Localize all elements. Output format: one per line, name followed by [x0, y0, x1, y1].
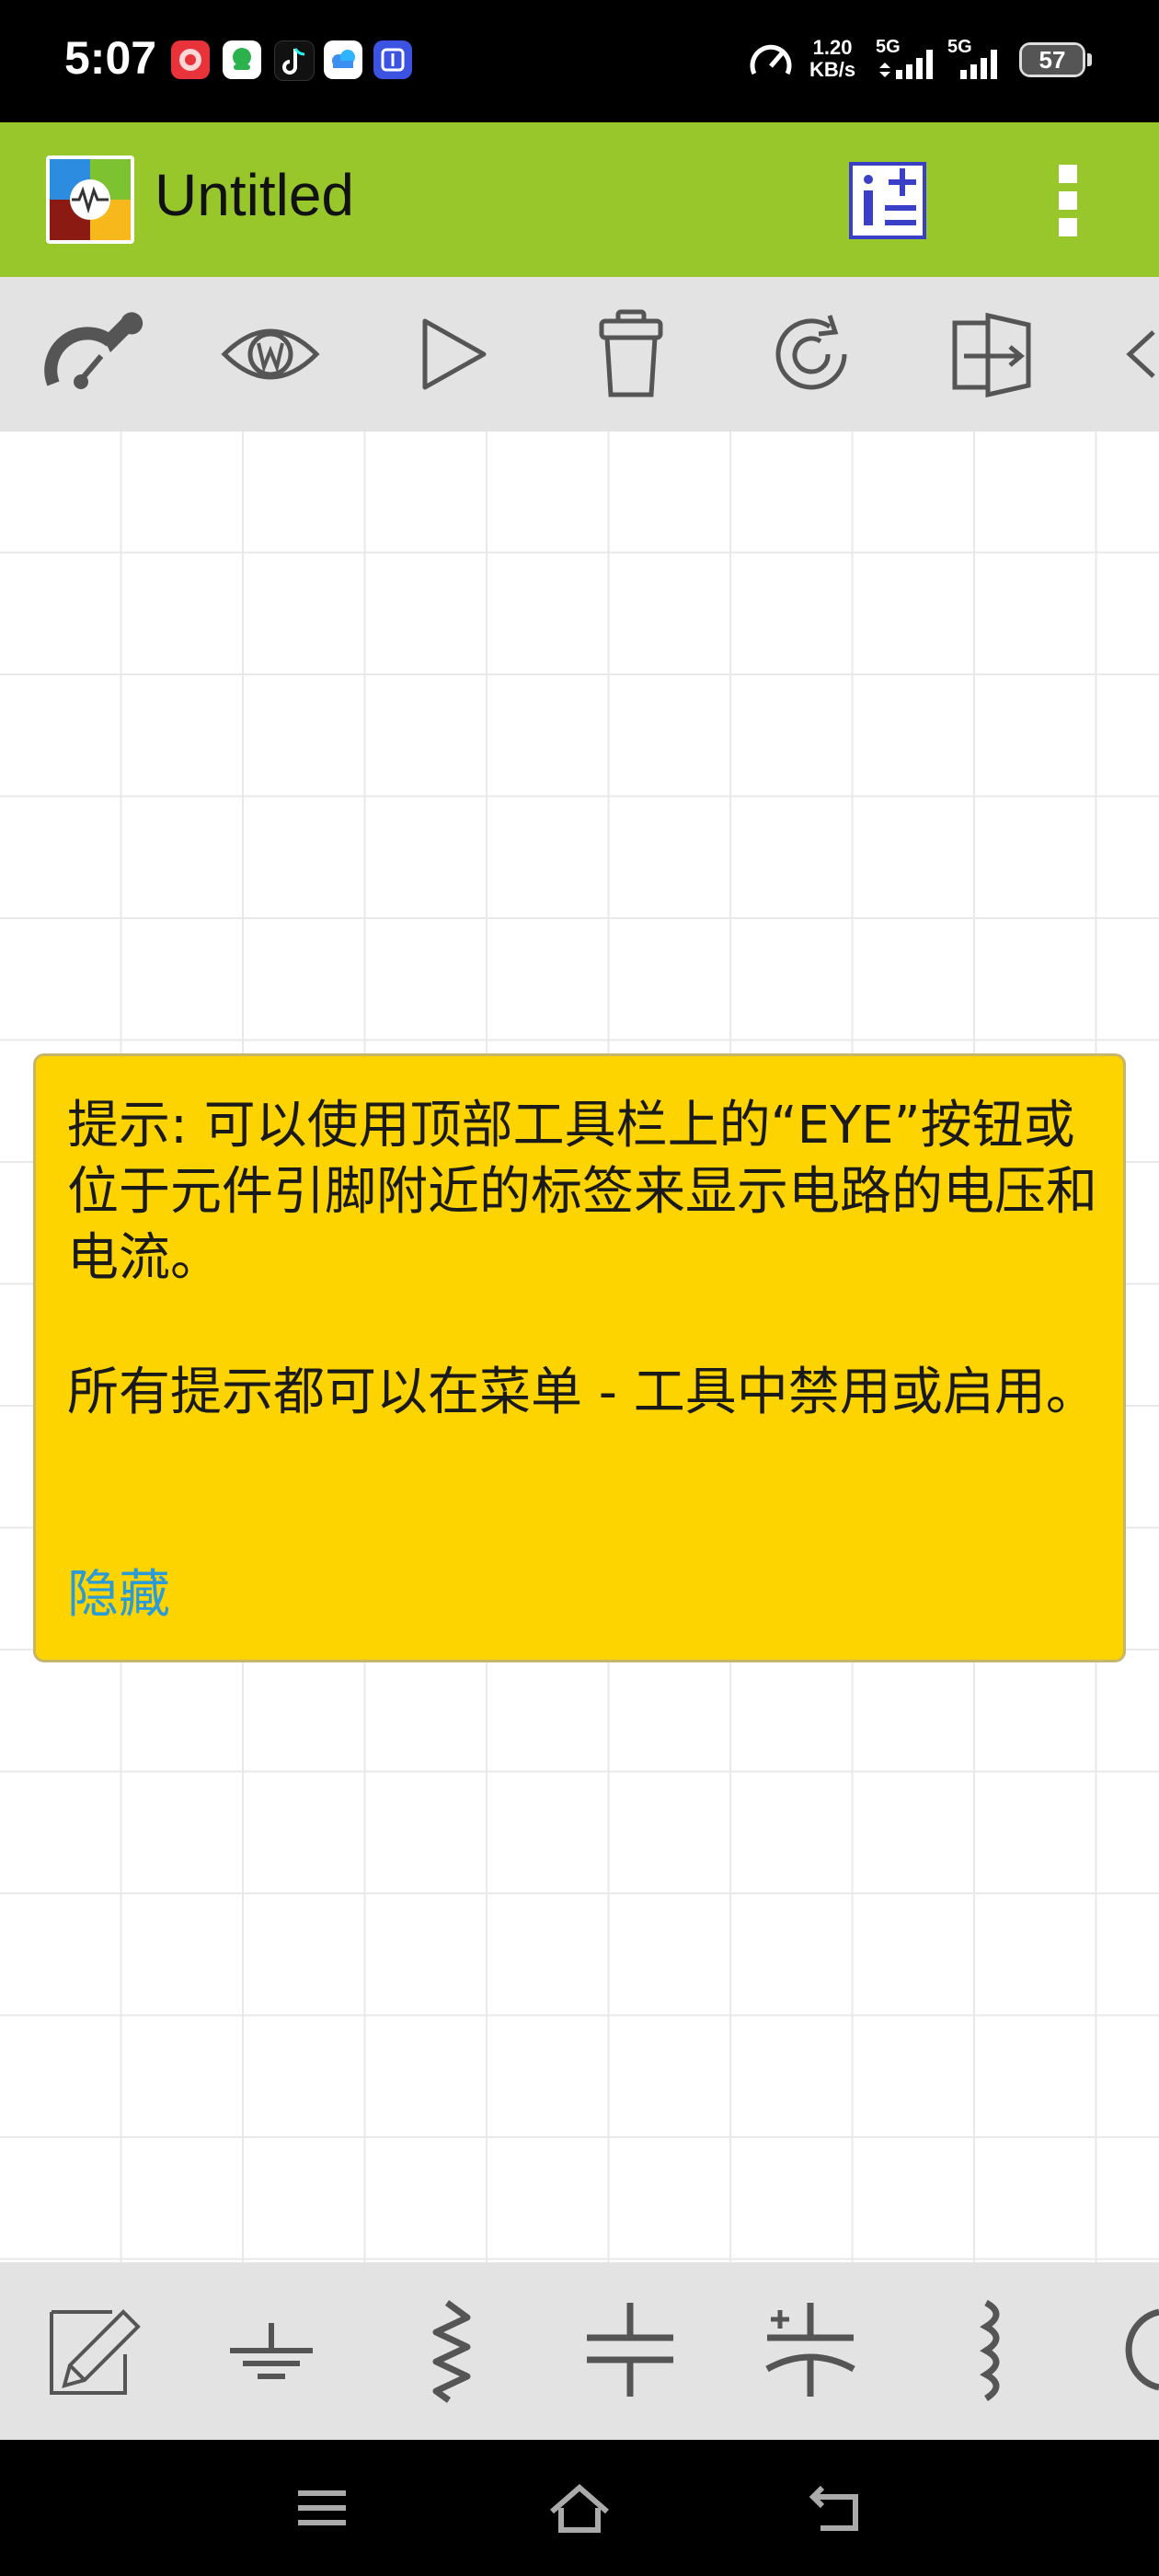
resistor-button[interactable]	[392, 2290, 511, 2409]
signal-strength-icon	[960, 50, 997, 79]
rotate-button[interactable]	[756, 295, 866, 413]
system-nav-bar	[0, 2440, 1159, 2576]
properties-info-button[interactable]	[848, 161, 927, 240]
inductor-button[interactable]	[931, 2290, 1050, 2409]
more-components-icon	[1125, 2308, 1159, 2391]
home-nav-button[interactable]	[543, 2475, 616, 2541]
more-tools-button[interactable]	[1117, 295, 1159, 413]
top-toolbar	[0, 277, 1159, 431]
hide-hint-button[interactable]: 隐藏	[67, 1562, 170, 1628]
network-speed: 1.20 KB/s	[809, 37, 855, 81]
polarized-capacitor-icon	[765, 2303, 855, 2397]
net-speed-value: 1.20	[812, 36, 853, 59]
pencil-icon	[50, 2309, 141, 2395]
settings-gauge-icon	[44, 312, 143, 389]
status-time: 5:07	[64, 32, 157, 84]
signal-strength-icon	[879, 50, 933, 79]
hint-text: 提示: 可以使用顶部工具栏上的“EYE”按钮或位于元件引脚附近的标签来显示电路的…	[67, 1096, 1097, 1288]
menu-dot	[1059, 165, 1077, 183]
app-logo-icon	[46, 155, 134, 244]
capacitor-button[interactable]	[570, 2290, 690, 2409]
play-button[interactable]	[396, 295, 506, 413]
speedometer-icon	[750, 44, 792, 75]
wechat-app-icon	[223, 40, 261, 79]
app-title: Untitled	[155, 162, 354, 228]
capacitor-icon	[587, 2303, 673, 2397]
ground-button[interactable]	[212, 2290, 331, 2409]
ground-icon	[230, 2323, 313, 2379]
status-bar: 5:07 1.20 KB/s 5G 5G 57	[0, 0, 1159, 122]
trash-icon	[599, 309, 663, 397]
battery-icon: 57	[1019, 42, 1085, 77]
component-toolbar	[0, 2262, 1159, 2440]
shopping-app-icon	[171, 40, 210, 79]
delete-button[interactable]	[576, 295, 686, 413]
net-speed-unit: KB/s	[809, 58, 856, 81]
menu-dot	[1059, 191, 1077, 210]
polarized-capacitor-button[interactable]	[751, 2290, 870, 2409]
pencil-button[interactable]	[33, 2290, 153, 2409]
back-nav-button[interactable]	[800, 2475, 874, 2541]
resistor-icon	[432, 2300, 471, 2403]
flip-icon	[952, 312, 1031, 398]
rotate-icon	[775, 315, 847, 390]
more-components-button[interactable]	[1111, 2290, 1159, 2409]
tieba-app-icon	[373, 40, 412, 79]
eye-view-button[interactable]	[215, 295, 326, 413]
play-icon	[422, 318, 487, 390]
inductor-icon	[980, 2299, 1000, 2401]
tiktok-app-icon	[274, 40, 315, 81]
cloud-app-icon	[324, 40, 362, 79]
more-tools-icon	[1126, 330, 1155, 378]
flip-button[interactable]	[936, 295, 1047, 413]
menu-dot	[1059, 218, 1077, 236]
hint-text-secondary: 所有提示都可以在菜单 - 工具中禁用或启用。	[67, 1363, 1097, 1422]
overflow-menu-button[interactable]	[1047, 161, 1089, 240]
hint-card: 提示: 可以使用顶部工具栏上的“EYE”按钮或位于元件引脚附近的标签来显示电路的…	[33, 1053, 1126, 1662]
eye-w-icon	[221, 328, 320, 380]
app-bar: Untitled	[0, 122, 1159, 277]
settings-gauge-button[interactable]	[37, 295, 147, 413]
battery-tip	[1087, 53, 1092, 66]
battery-level: 57	[1022, 45, 1083, 75]
menu-nav-button[interactable]	[285, 2475, 359, 2541]
